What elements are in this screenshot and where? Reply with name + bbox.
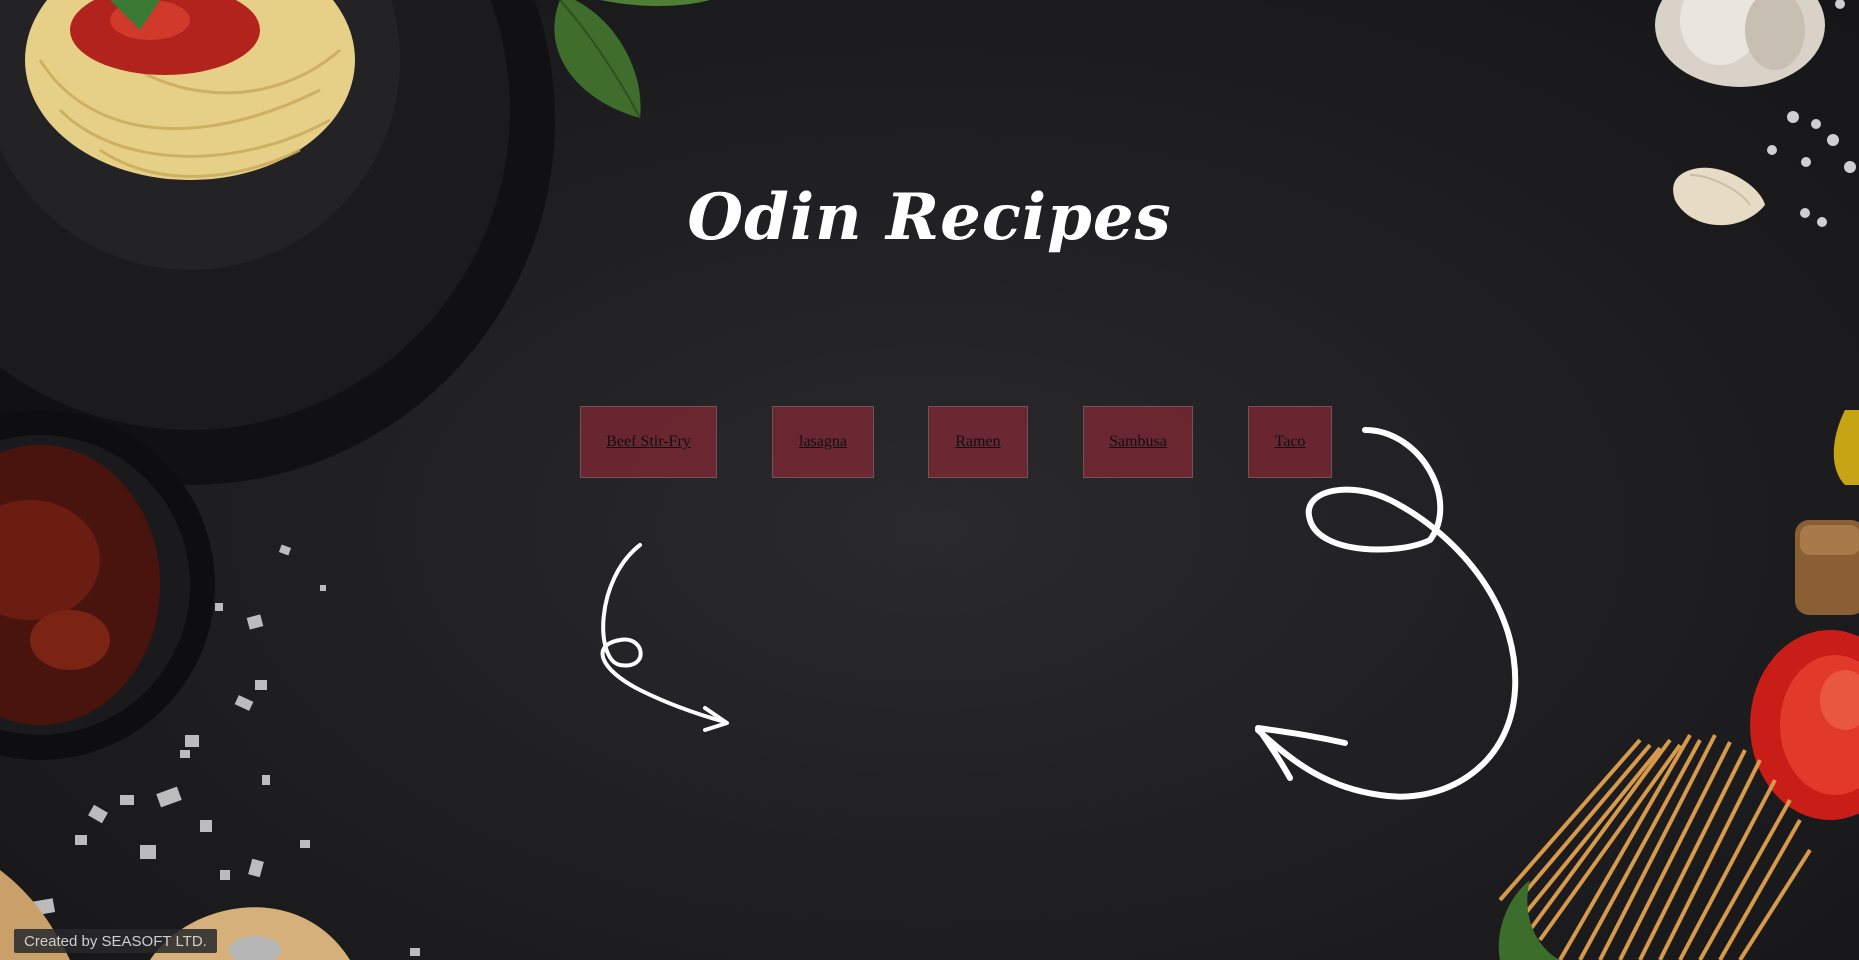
recipe-link-taco[interactable]: Taco (1248, 406, 1332, 478)
basil-leaf-image (554, 0, 710, 119)
cork-image (1795, 520, 1859, 615)
tomato-image (1750, 630, 1859, 820)
recipe-link-lasagna[interactable]: lasagna (772, 406, 874, 478)
recipe-link-beef-stir-fry[interactable]: Beef Stir-Fry (580, 406, 717, 478)
oil-bottle-image (1833, 410, 1859, 485)
page-title: Odin Recipes (687, 180, 1172, 255)
footer-credit: Created by SEASOFT LTD. (14, 929, 217, 953)
recipe-nav: Beef Stir-Fry lasagna Ramen Sambusa Taco (580, 406, 1332, 478)
decorative-arrow-right (1255, 427, 1519, 800)
page-background: Odin Recipes Beef Stir-Fry lasagna Ramen… (0, 0, 1859, 960)
recipe-link-ramen[interactable]: Ramen (928, 406, 1028, 478)
decorative-arrow-left (600, 543, 729, 732)
recipe-link-sambusa[interactable]: Sambusa (1083, 406, 1193, 478)
food-background-illustration (0, 0, 1859, 960)
